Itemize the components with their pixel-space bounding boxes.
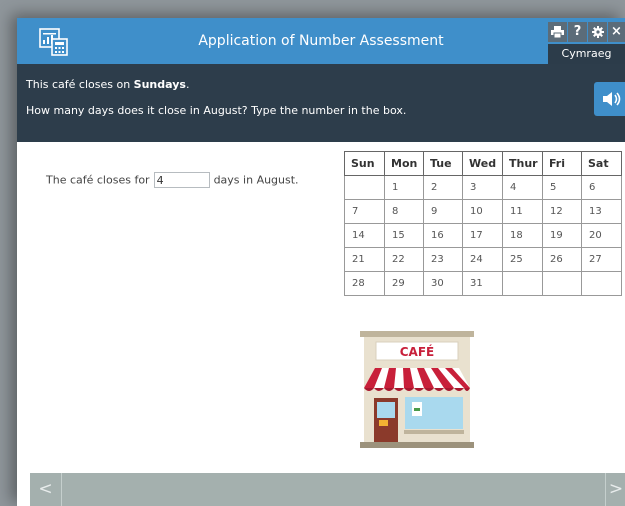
calendar-day-cell: 5 [542, 175, 582, 200]
calendar-day-cell: 24 [462, 247, 503, 272]
cafe-sign-text: CAFÉ [400, 344, 435, 359]
print-button[interactable] [548, 22, 567, 42]
assessment-window: Application of Number Assessment ? × Cym… [17, 18, 625, 506]
calendar-header-tue: Tue [423, 151, 463, 176]
calendar-day-cell: 23 [423, 247, 463, 272]
calendar-header-row: Sun Mon Tue Wed Thur Fri Sat [344, 151, 622, 176]
answer-prefix: The café closes for [46, 173, 150, 187]
previous-button[interactable]: < [30, 473, 62, 506]
calendar-day-cell: 25 [502, 247, 543, 272]
gear-icon [591, 26, 604, 38]
title-bar: Application of Number Assessment ? × Cym… [17, 18, 625, 64]
calendar-day-cell: 20 [581, 223, 622, 248]
calendar-header-sun: Sun [344, 151, 385, 176]
calendar-day-cell: 22 [384, 247, 424, 272]
calendar-day-cell: 3 [462, 175, 503, 200]
print-icon [551, 26, 564, 39]
language-toggle-button[interactable]: Cymraeg [548, 44, 625, 64]
calendar-day-cell: 10 [462, 199, 503, 224]
question-emphasis: Sundays [133, 78, 186, 91]
cafe-illustration: CAFÉ [360, 331, 474, 448]
settings-button[interactable] [588, 22, 607, 42]
answer-sentence: The café closes for days in August. [46, 172, 299, 188]
calendar-day-cell [344, 175, 385, 200]
next-button[interactable]: > [605, 473, 625, 506]
calendar-day-cell: 6 [581, 175, 622, 200]
calendar-week-row: 14 15 16 17 18 19 20 [344, 223, 622, 248]
calendar-day-cell: 16 [423, 223, 463, 248]
question-text-prefix: This café closes on [26, 78, 134, 91]
question-line-1: This café closes on Sundays. [26, 78, 189, 91]
question-text-suffix: . [185, 78, 190, 91]
app-title: Application of Number Assessment [198, 33, 444, 49]
calendar-day-cell: 27 [581, 247, 622, 272]
calendar-header-fri: Fri [542, 151, 582, 176]
calendar-day-cell [502, 271, 543, 296]
calendar-day-cell: 21 [344, 247, 385, 272]
august-calendar: Sun Mon Tue Wed Thur Fri Sat 1 2 3 4 5 6… [344, 151, 622, 296]
calendar-day-cell: 14 [344, 223, 385, 248]
question-line-2: How many days does it close in August? T… [26, 104, 407, 117]
calendar-week-row: 21 22 23 24 25 26 27 [344, 247, 622, 272]
calendar-day-cell: 1 [384, 175, 424, 200]
calendar-day-cell: 15 [384, 223, 424, 248]
audio-button[interactable] [594, 82, 625, 116]
calendar-week-row: 7 8 9 10 11 12 13 [344, 199, 622, 224]
calendar-header-sat: Sat [581, 151, 622, 176]
calendar-day-cell: 18 [502, 223, 543, 248]
question-panel: This café closes on Sundays. How many da… [17, 64, 625, 142]
calendar-week-row: 1 2 3 4 5 6 [344, 175, 622, 200]
answer-input[interactable] [153, 172, 210, 188]
calendar-week-row: 28 29 30 31 [344, 271, 622, 296]
calendar-day-cell: 13 [581, 199, 622, 224]
calendar-header-mon: Mon [384, 151, 424, 176]
calendar-day-cell: 2 [423, 175, 463, 200]
calendar-day-cell: 11 [502, 199, 543, 224]
calendar-day-cell: 9 [423, 199, 463, 224]
help-button[interactable]: ? [568, 22, 587, 42]
calendar-day-cell: 12 [542, 199, 582, 224]
calendar-day-cell: 8 [384, 199, 424, 224]
navigation-footer: < > [30, 473, 625, 506]
calendar-day-cell: 26 [542, 247, 582, 272]
calendar-header-thur: Thur [502, 151, 543, 176]
answer-suffix: days in August. [213, 173, 299, 187]
calendar-day-cell: 17 [462, 223, 503, 248]
calendar-day-cell: 31 [462, 271, 503, 296]
calendar-day-cell [542, 271, 582, 296]
calendar-day-cell: 7 [344, 199, 385, 224]
calendar-day-cell: 28 [344, 271, 385, 296]
calendar-day-cell: 4 [502, 175, 543, 200]
calendar-day-cell: 19 [542, 223, 582, 248]
calendar-day-cell [581, 271, 622, 296]
calendar-day-cell: 30 [423, 271, 463, 296]
calendar-day-cell: 29 [384, 271, 424, 296]
speaker-icon [603, 92, 621, 106]
calendar-header-wed: Wed [462, 151, 503, 176]
close-button[interactable]: × [608, 22, 625, 42]
